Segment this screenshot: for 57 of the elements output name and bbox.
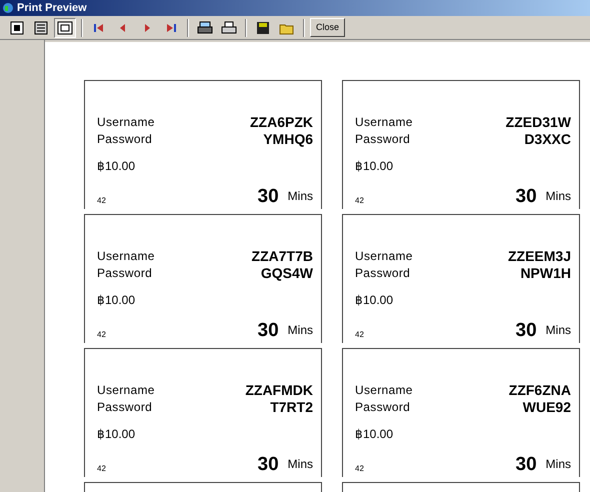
duration-value: 30 <box>258 455 279 475</box>
window-title: Print Preview <box>17 0 87 16</box>
password-value: WUE92 <box>522 399 571 416</box>
username-value: ZZF6ZNA <box>508 382 571 399</box>
password-label: Password <box>97 399 154 416</box>
page-fit-icon <box>57 20 73 36</box>
username-value: ZZEEM3J <box>508 248 571 265</box>
ticket-number: 42 <box>97 195 106 207</box>
password-label: Password <box>355 399 412 416</box>
duration-value: 30 <box>258 321 279 341</box>
duration-value: 30 <box>516 455 537 475</box>
password-value: GQS4W <box>260 265 313 282</box>
username-label: Username <box>355 382 413 399</box>
duration-unit: Mins <box>546 322 571 339</box>
username-label: Username <box>355 248 413 265</box>
ticket-number: 42 <box>355 195 364 207</box>
single-page-icon <box>9 20 25 36</box>
price-text: ฿10.00 <box>97 427 136 441</box>
password-label: Password <box>355 265 412 282</box>
username-value: ZZAFMDK <box>245 382 313 399</box>
password-label: Password <box>97 131 154 148</box>
duration-unit: Mins <box>288 456 313 473</box>
ticket-number: 42 <box>97 463 106 475</box>
duration-unit: Mins <box>288 322 313 339</box>
price-text: ฿10.00 <box>355 159 394 173</box>
duration-value: 30 <box>258 187 279 207</box>
duration-value: 30 <box>516 187 537 207</box>
printer-setup-icon <box>197 20 213 36</box>
price-text: ฿10.00 <box>355 427 394 441</box>
password-value: D3XXC <box>524 131 571 148</box>
username-label: Username <box>97 114 155 131</box>
ticket-number: 42 <box>355 463 364 475</box>
multi-page-icon <box>33 20 49 36</box>
app-icon <box>2 2 14 14</box>
duration-value: 30 <box>516 321 537 341</box>
duration-unit: Mins <box>546 188 571 205</box>
password-value: NPW1H <box>520 265 571 282</box>
username-value: ZZA6PZK <box>250 114 313 131</box>
password-label: Password <box>355 131 412 148</box>
username-label: Username <box>355 114 413 131</box>
username-value: ZZA7T7B <box>252 248 313 265</box>
price-text: ฿10.00 <box>355 293 394 307</box>
password-label: Password <box>97 265 154 282</box>
username-value: ZZED31W <box>506 114 571 131</box>
password-value: T7RT2 <box>270 399 313 416</box>
duration-unit: Mins <box>546 456 571 473</box>
ticket-number: 42 <box>97 329 106 341</box>
ticket-number: 42 <box>355 329 364 341</box>
print-icon <box>221 20 237 36</box>
username-label: Username <box>97 382 155 399</box>
close-button[interactable]: Close <box>310 18 346 37</box>
duration-unit: Mins <box>288 188 313 205</box>
password-value: YMHQ6 <box>263 131 313 148</box>
price-text: ฿10.00 <box>97 293 136 307</box>
username-label: Username <box>97 248 155 265</box>
page-fit-button[interactable] <box>54 18 76 38</box>
price-text: ฿10.00 <box>97 159 136 173</box>
